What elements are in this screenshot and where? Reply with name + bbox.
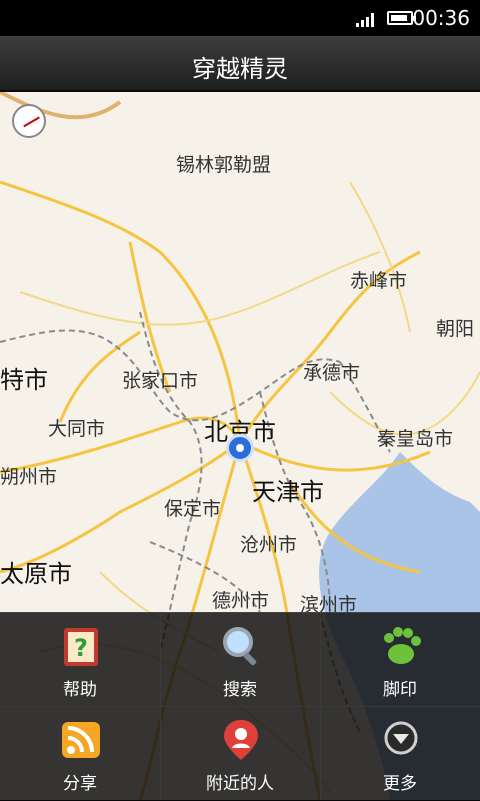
menu-item-label: 搜索 — [223, 680, 257, 700]
svg-text:?: ? — [74, 634, 88, 662]
status-bar: 00:36 — [0, 0, 480, 36]
title-bar: 穿越精灵 — [0, 36, 480, 92]
menu-item-label: 更多 — [383, 774, 417, 794]
menu-item-search[interactable]: 搜索 — [160, 612, 320, 706]
city-label: 天津市 — [252, 478, 324, 506]
menu-item-label: 附近的人 — [206, 774, 274, 794]
city-label: 秦皇岛市 — [377, 428, 454, 450]
search-icon — [223, 627, 257, 666]
city-label: 朝阳 — [436, 318, 475, 340]
menu-item-label: 帮助 — [63, 680, 97, 700]
city-label: 朔州市 — [0, 466, 58, 488]
city-label: 锡林郭勒盟 — [176, 154, 272, 176]
rss-share-icon — [62, 722, 100, 758]
clock: 00:36 — [412, 6, 470, 30]
compass-icon[interactable] — [12, 104, 46, 138]
app-title: 穿越精灵 — [192, 55, 288, 83]
city-label: 太原市 — [0, 560, 72, 588]
menu-item-label: 分享 — [63, 774, 97, 794]
help-icon: ? — [64, 628, 98, 666]
city-label: 承德市 — [303, 362, 361, 384]
signal-icon — [356, 13, 374, 27]
more-icon — [384, 721, 418, 755]
menu-item-footprint[interactable]: 脚印 — [320, 612, 480, 706]
menu-item-share[interactable]: 分享 — [0, 706, 160, 800]
menu-item-nearby-people[interactable]: 附近的人 — [160, 706, 320, 800]
menu-item-more[interactable]: 更多 — [320, 706, 480, 800]
nearby-people-icon — [224, 720, 258, 760]
city-label: 保定市 — [164, 498, 222, 520]
city-label: 张家口市 — [122, 370, 199, 392]
city-label: 大同市 — [48, 418, 106, 440]
current-location-icon — [226, 434, 254, 462]
battery-icon — [387, 11, 416, 25]
menu-item-label: 脚印 — [383, 680, 417, 700]
city-label: 德州市 — [212, 590, 270, 612]
city-label: 特市 — [0, 366, 48, 394]
city-label: 赤峰市 — [350, 270, 408, 292]
menu-item-help[interactable]: ? 帮助 — [0, 612, 160, 706]
city-label: 沧州市 — [240, 534, 298, 556]
footprint-icon — [384, 627, 421, 664]
